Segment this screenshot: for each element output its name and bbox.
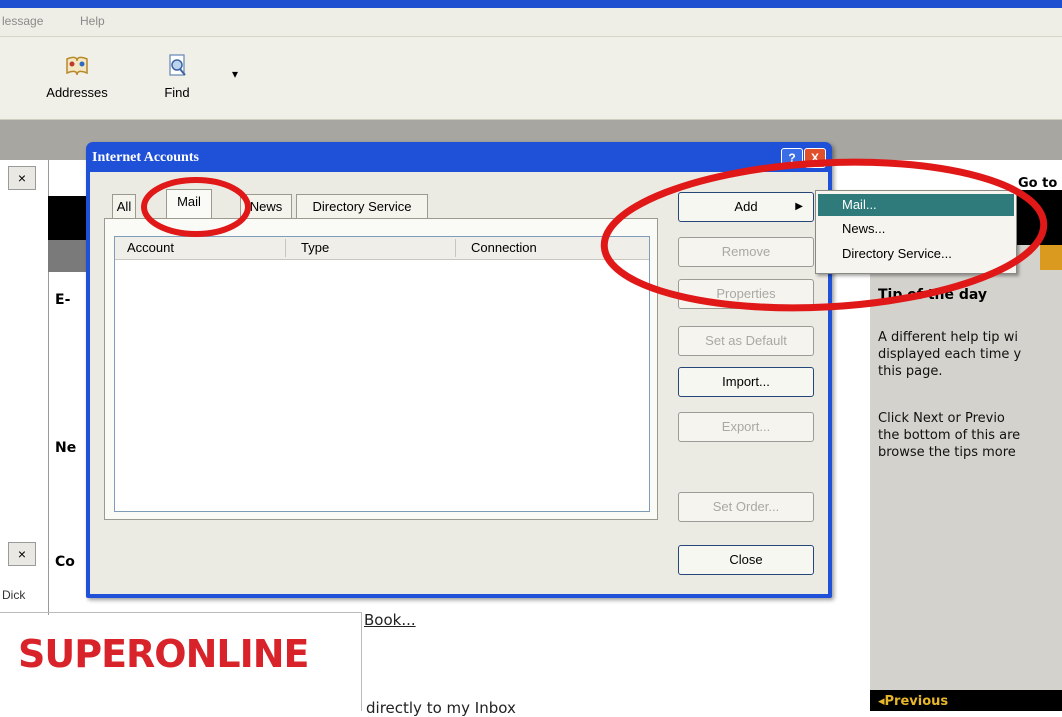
- submenu-arrow-icon: ▶: [795, 201, 803, 212]
- divider: [361, 612, 362, 711]
- add-submenu: Mail... News... Directory Service...: [815, 190, 1017, 274]
- remove-button[interactable]: Remove: [678, 237, 814, 267]
- tab-news[interactable]: News: [240, 194, 292, 219]
- side-label-contacts: Co: [55, 554, 75, 570]
- toolbar: Addresses Find ▾: [0, 37, 1062, 120]
- column-separator[interactable]: [455, 239, 456, 257]
- left-column: × × Dick: [0, 160, 48, 615]
- inbox-text: directly to my Inbox: [366, 699, 516, 717]
- menu-item-news[interactable]: News...: [818, 218, 1014, 240]
- inner-pane-subheader: [48, 240, 88, 272]
- tip-line: displayed each time y: [878, 347, 1022, 362]
- add-button[interactable]: Add ▶: [678, 192, 814, 222]
- divider: [0, 612, 362, 613]
- tip-line: this page.: [878, 364, 943, 379]
- inner-pane-header: [48, 196, 88, 240]
- find-dropdown-icon[interactable]: ▾: [232, 67, 238, 81]
- addresses-label: Addresses: [46, 85, 108, 100]
- accounts-list[interactable]: Account Type Connection: [114, 236, 650, 512]
- import-button[interactable]: Import...: [678, 367, 814, 397]
- accounts-list-header: Account Type Connection: [115, 237, 649, 260]
- column-separator[interactable]: [285, 239, 286, 257]
- set-default-button[interactable]: Set as Default: [678, 326, 814, 356]
- tip-title: Tip of the day: [878, 287, 988, 303]
- tip-line: A different help tip wi: [878, 330, 1018, 345]
- menu-item-directory-service[interactable]: Directory Service...: [818, 243, 1014, 265]
- tab-directory-service[interactable]: Directory Service: [296, 194, 428, 219]
- add-label: Add: [734, 199, 758, 214]
- tip-line: browse the tips more: [878, 445, 1016, 460]
- tip-line: the bottom of this are: [878, 428, 1021, 443]
- column-type[interactable]: Type: [301, 240, 329, 255]
- tab-all[interactable]: All: [112, 194, 136, 219]
- menu-help[interactable]: Help: [80, 14, 105, 28]
- set-order-button[interactable]: Set Order...: [678, 492, 814, 522]
- close-pane-button-bottom[interactable]: ×: [8, 542, 36, 566]
- column-connection[interactable]: Connection: [471, 240, 537, 255]
- find-label: Find: [164, 85, 190, 100]
- addresses-button[interactable]: Addresses: [38, 53, 116, 100]
- properties-button[interactable]: Properties: [678, 279, 814, 309]
- tip-line: Click Next or Previo: [878, 411, 1005, 426]
- menu-item-mail[interactable]: Mail...: [818, 194, 1014, 216]
- find-button[interactable]: Find: [152, 53, 202, 100]
- menu-bar: lessage Help: [0, 8, 1062, 37]
- close-button[interactable]: Close: [678, 545, 814, 575]
- window-top-edge: [0, 0, 1062, 8]
- click-text: Dick: [2, 588, 26, 602]
- internet-accounts-dialog: Internet Accounts ? X All Mail News Dire…: [86, 142, 832, 598]
- tip-panel-accent: [1040, 245, 1062, 270]
- dialog-title: Internet Accounts: [92, 150, 199, 165]
- side-label-email: E-: [55, 292, 71, 308]
- help-button[interactable]: ?: [781, 148, 803, 168]
- address-book-link[interactable]: Book...: [364, 611, 416, 629]
- go-to-link[interactable]: Go to: [1018, 176, 1057, 191]
- find-icon: [169, 54, 186, 76]
- side-label-news: Ne: [55, 440, 77, 456]
- dialog-body: All Mail News Directory Service Account …: [90, 172, 828, 594]
- column-account[interactable]: Account: [127, 240, 174, 255]
- dialog-close-icon[interactable]: X: [804, 148, 826, 168]
- close-pane-button-top[interactable]: ×: [8, 166, 36, 190]
- address-book-icon: [66, 56, 88, 76]
- tab-panel: Account Type Connection: [104, 218, 658, 520]
- tab-mail[interactable]: Mail: [166, 189, 212, 220]
- export-button[interactable]: Export...: [678, 412, 814, 442]
- previous-tip-link[interactable]: ◂Previous: [878, 694, 948, 709]
- superonline-logo: SUPERONLINE: [18, 632, 310, 676]
- menu-message[interactable]: lessage: [2, 14, 43, 28]
